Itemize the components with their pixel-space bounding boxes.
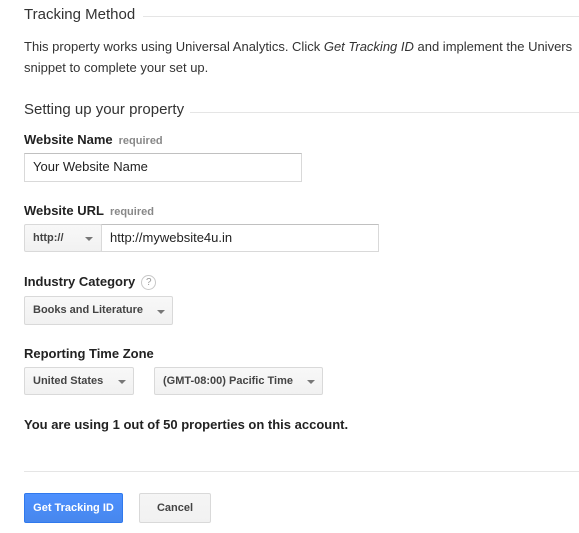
chevron-down-icon [307,380,315,384]
website-url-required: required [109,206,154,218]
time-zone-dropdown[interactable]: (GMT-08:00) Pacific Time [154,367,323,395]
website-name-label: Website Name required [24,132,163,147]
description-text-start: This property works using Universal Anal… [24,39,324,54]
website-url-label: Website URL required [24,203,154,218]
cancel-button[interactable]: Cancel [139,493,211,523]
tracking-method-title: Tracking Method [24,6,136,23]
industry-category-value: Books and Literature [33,304,144,316]
setup-section-divider [190,112,579,113]
tracking-method-description-line2: snippet to complete your set up. [24,60,209,75]
website-name-required: required [118,135,163,147]
property-setup-page: Tracking Method This property works usin… [0,0,579,533]
reporting-time-zone-label: Reporting Time Zone [24,346,154,361]
website-url-label-text: Website URL [24,203,104,218]
time-zone-value: (GMT-08:00) Pacific Time [163,375,294,387]
url-protocol-value: http:// [33,232,64,244]
chevron-down-icon [85,237,93,241]
property-usage-note: You are using 1 out of 50 properties on … [24,417,349,432]
industry-category-label: Industry Category? [24,274,157,290]
industry-category-dropdown[interactable]: Books and Literature [24,296,173,325]
website-name-label-text: Website Name [24,132,113,147]
setup-section-title: Setting up your property [24,101,185,118]
tracking-method-description: This property works using Universal Anal… [24,36,572,57]
time-zone-country-value: United States [33,375,104,387]
get-tracking-id-button[interactable]: Get Tracking ID [24,493,123,523]
website-url-input[interactable]: http://mywebsite4u.in [101,224,379,252]
industry-category-label-text: Industry Category [24,274,136,289]
website-name-input[interactable]: Your Website Name [24,153,302,182]
help-icon[interactable]: ? [141,275,157,290]
description-link-text: Get Tracking ID [323,39,414,54]
chevron-down-icon [118,380,126,384]
tracking-method-divider [143,16,579,17]
url-protocol-dropdown[interactable]: http:// [24,224,102,252]
chevron-down-icon [157,310,165,314]
footer-divider [24,471,579,472]
time-zone-country-dropdown[interactable]: United States [24,367,134,395]
description-text-end: and implement the Univers [413,39,573,54]
